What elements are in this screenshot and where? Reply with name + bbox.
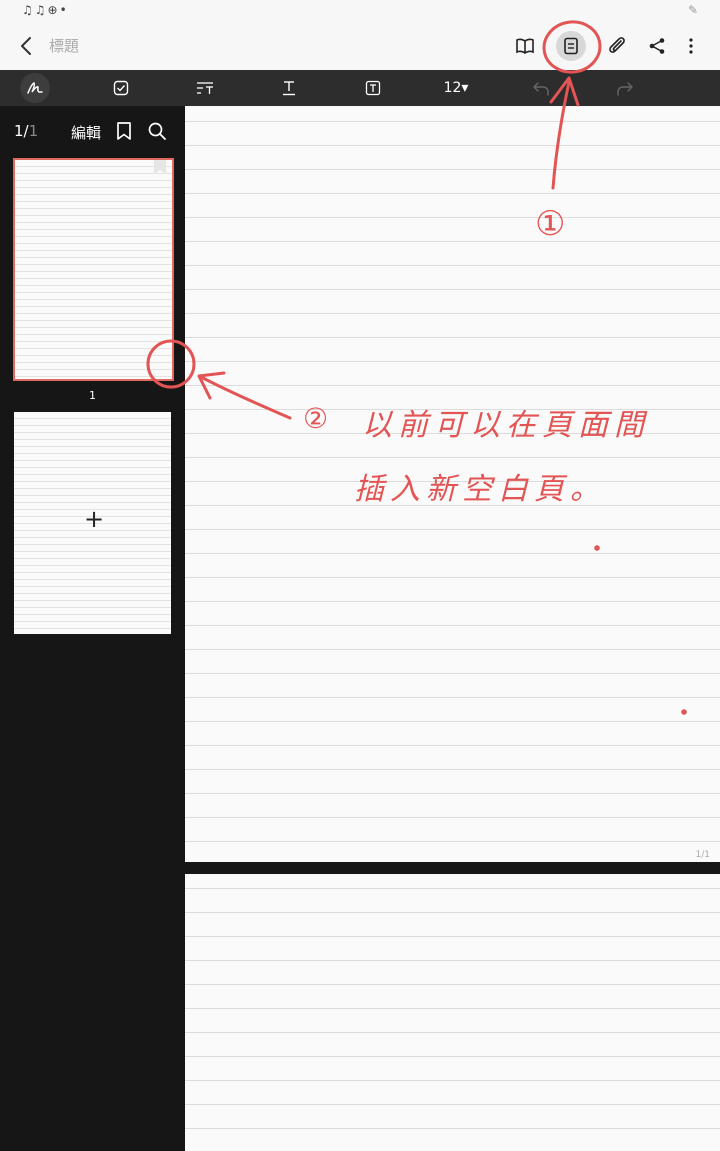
undo-button[interactable] <box>528 74 554 102</box>
attach-icon <box>609 37 625 53</box>
page-total: 1 <box>28 122 39 140</box>
more-icon <box>689 38 693 54</box>
page-counter: 1/1 <box>14 122 38 140</box>
book-icon <box>516 38 534 54</box>
redo-icon <box>617 82 633 96</box>
checkbox-icon <box>113 80 129 96</box>
share-button[interactable] <box>642 32 672 60</box>
page-current: 1/ <box>14 122 29 140</box>
text-box-button[interactable] <box>360 74 386 102</box>
dot-icon: • <box>59 3 69 17</box>
text-box-icon <box>365 80 381 96</box>
text-format-icon <box>197 82 213 94</box>
annotation-note-line-1: 以前可以在頁面間 <box>362 408 650 443</box>
annotation-note-line-2: 插入新空白頁。 <box>354 472 606 507</box>
globe-icon: ⊕ <box>47 3 60 17</box>
font-size-dropdown[interactable]: 12▾ <box>438 74 474 102</box>
thumbnail-bookmark-icon[interactable] <box>154 160 166 174</box>
add-page-thumbnail[interactable]: + <box>14 412 171 634</box>
page-list-icon <box>564 37 578 55</box>
search-icon[interactable] <box>146 120 168 142</box>
annotation-marker-2: ② <box>303 402 335 435</box>
text-underline-icon <box>283 81 295 96</box>
checkbox-button[interactable] <box>108 74 134 102</box>
note-page[interactable] <box>185 874 720 1151</box>
annotation-marker-1: ① <box>535 204 572 244</box>
page-indicator: 1/1 <box>695 850 710 860</box>
page-sidebar: 1/1 編輯 1 + <box>0 106 185 1151</box>
handwriting-button[interactable] <box>20 73 50 103</box>
text-format-button[interactable] <box>192 74 218 102</box>
page-list-button[interactable] <box>556 32 586 60</box>
undo-icon <box>533 82 549 96</box>
share-icon <box>649 38 665 54</box>
page-thumbnail[interactable] <box>13 158 174 381</box>
status-icons: ♫♫⊕• <box>22 3 69 17</box>
app-bar: 標題 <box>0 22 720 70</box>
page-thumbnail-number: 1 <box>89 389 96 402</box>
more-options-button[interactable] <box>676 32 706 60</box>
bookmark-icon[interactable] <box>113 120 135 142</box>
plus-icon: + <box>84 505 105 533</box>
title-input[interactable]: 標題 <box>49 35 79 56</box>
handwriting-icon <box>27 81 43 94</box>
text-underline-button[interactable] <box>276 74 302 102</box>
redo-button[interactable] <box>612 74 638 102</box>
reading-mode-button[interactable] <box>510 32 540 60</box>
editor-toolbar: 12▾ <box>0 70 720 106</box>
pen-icon: ✎ <box>687 3 698 17</box>
status-bar: ♫♫⊕• ✎ <box>0 0 720 22</box>
back-icon[interactable] <box>14 34 40 58</box>
music-note-icon: ♫ <box>34 3 48 17</box>
attach-button[interactable] <box>602 32 632 60</box>
edit-pages-button[interactable]: 編輯 <box>71 122 101 143</box>
music-note-icon: ♫ <box>22 3 35 17</box>
